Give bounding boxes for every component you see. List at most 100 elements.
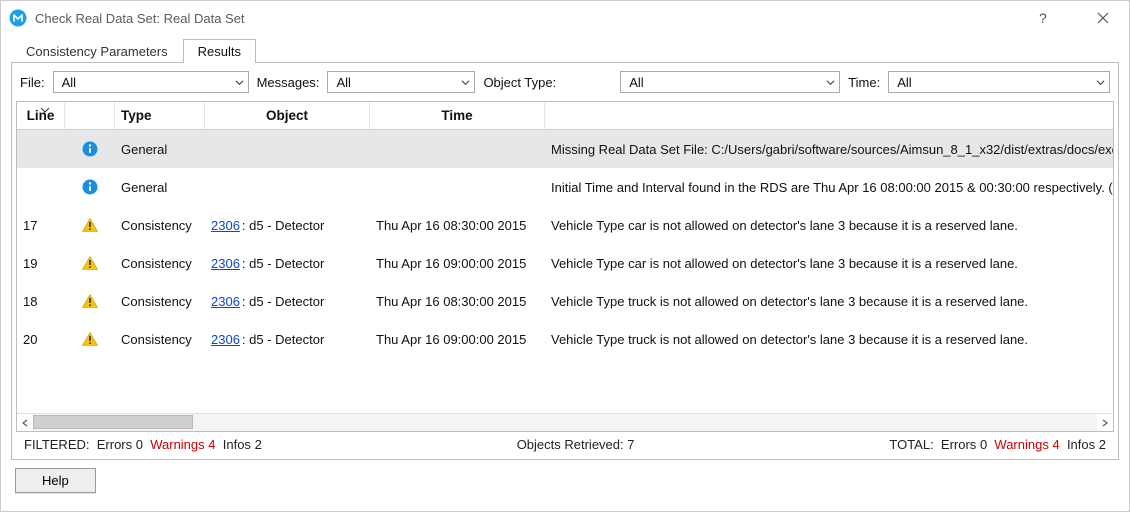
scroll-thumb[interactable] [33, 415, 193, 429]
messages-label: Messages: [257, 75, 320, 90]
warning-icon [65, 294, 115, 308]
col-icon[interactable] [65, 102, 115, 129]
cell-time: Thu Apr 16 08:30:00 2015 [370, 218, 545, 233]
object-link[interactable]: 2306 [211, 256, 240, 271]
messages-value: All [336, 75, 350, 90]
chevron-down-icon [826, 78, 835, 87]
status-filtered: FILTERED: Errors 0 Warnings 4 Infos 2 [24, 437, 262, 452]
table-header: Line Type Object Time [17, 102, 1113, 130]
status-bar: FILTERED: Errors 0 Warnings 4 Infos 2 Ob… [16, 432, 1114, 455]
warning-icon [65, 218, 115, 232]
status-total-label: TOTAL: [889, 437, 933, 452]
button-row: Help [11, 460, 1119, 501]
tab-results[interactable]: Results [183, 39, 256, 63]
col-line[interactable]: Line [17, 102, 65, 129]
object-link[interactable]: 2306 [211, 294, 240, 309]
filter-row: File: All Messages: All Object Type: All… [16, 71, 1114, 101]
cell-type: Consistency [115, 256, 205, 271]
cell-time: Thu Apr 16 08:30:00 2015 [370, 294, 545, 309]
status-total-warnings-label: Warnings [994, 437, 1048, 452]
cell-time: Thu Apr 16 09:00:00 2015 [370, 332, 545, 347]
cell-message: Missing Real Data Set File: C:/Users/gab… [545, 142, 1113, 157]
file-dropdown[interactable]: All [53, 71, 249, 93]
status-filtered-errors-label: Errors [97, 437, 132, 452]
help-button-label: Help [42, 473, 69, 488]
object-suffix: : d5 - Detector [242, 218, 324, 233]
status-total-warnings-value: 4 [1052, 437, 1059, 452]
col-time-label: Time [441, 108, 472, 123]
cell-type: Consistency [115, 332, 205, 347]
messages-dropdown[interactable]: All [327, 71, 475, 93]
status-objects-retrieved: Objects Retrieved: 7 [517, 437, 635, 452]
results-panel: File: All Messages: All Object Type: All… [11, 63, 1119, 460]
object-type-dropdown[interactable]: All [620, 71, 840, 93]
col-type-label: Type [121, 108, 152, 123]
col-object[interactable]: Object [205, 102, 370, 129]
tab-label: Consistency Parameters [26, 44, 168, 59]
col-time[interactable]: Time [370, 102, 545, 129]
info-icon [65, 141, 115, 157]
time-value: All [897, 75, 911, 90]
table-row[interactable]: General Initial Time and Interval found i… [17, 168, 1113, 206]
object-link[interactable]: 2306 [211, 218, 240, 233]
status-filtered-warnings-label: Warnings [150, 437, 204, 452]
table-row[interactable]: 19Consistency2306: d5 - DetectorThu Apr … [17, 244, 1113, 282]
warning-icon [65, 256, 115, 270]
window-title: Check Real Data Set: Real Data Set [35, 11, 245, 26]
cell-type: General [115, 180, 205, 195]
horizontal-scrollbar[interactable] [17, 413, 1113, 431]
help-icon[interactable]: ? [1025, 4, 1061, 32]
time-label: Time: [848, 75, 880, 90]
cell-object: 2306: d5 - Detector [205, 218, 370, 233]
file-value: All [62, 75, 76, 90]
col-message[interactable] [545, 102, 1113, 129]
status-filtered-label: FILTERED: [24, 437, 90, 452]
status-filtered-infos-value: 2 [255, 437, 262, 452]
tab-consistency-parameters[interactable]: Consistency Parameters [11, 39, 183, 63]
cell-type: Consistency [115, 294, 205, 309]
chevron-down-icon [1096, 78, 1105, 87]
app-icon [9, 9, 27, 27]
cell-line: 17 [17, 218, 65, 233]
close-icon[interactable] [1085, 4, 1121, 32]
cell-message: Initial Time and Interval found in the R… [545, 180, 1113, 195]
object-suffix: : d5 - Detector [242, 332, 324, 347]
cell-type: General [115, 142, 205, 157]
cell-message: Vehicle Type car is not allowed on detec… [545, 256, 1113, 271]
cell-time: Thu Apr 16 09:00:00 2015 [370, 256, 545, 271]
help-button[interactable]: Help [15, 468, 96, 493]
cell-line: 19 [17, 256, 65, 271]
title-bar: Check Real Data Set: Real Data Set ? [1, 1, 1129, 35]
object-type-value: All [629, 75, 643, 90]
scroll-track[interactable] [33, 414, 1097, 432]
warning-icon [65, 332, 115, 346]
object-suffix: : d5 - Detector [242, 256, 324, 271]
chevron-down-icon [461, 78, 470, 87]
table-row[interactable]: General Missing Real Data Set File: C:/Us… [17, 130, 1113, 168]
status-total-errors-value: 0 [980, 437, 987, 452]
cell-line: 18 [17, 294, 65, 309]
status-filtered-errors-value: 0 [136, 437, 143, 452]
table-row[interactable]: 17Consistency2306: d5 - DetectorThu Apr … [17, 206, 1113, 244]
table-row[interactable]: 20 Consistency 2306: d5 - Detector Thu Apr … [17, 320, 1113, 358]
status-total: TOTAL: Errors 0 Warnings 4 Infos 2 [889, 437, 1106, 452]
results-table: Line Type Object Time General Missing Rea… [16, 101, 1114, 432]
status-objects-retrieved-value: 7 [627, 437, 634, 452]
status-total-infos-value: 2 [1099, 437, 1106, 452]
cell-line: 20 [17, 332, 65, 347]
col-type[interactable]: Type [115, 102, 205, 129]
status-total-infos-label: Infos [1067, 437, 1095, 452]
status-total-errors-label: Errors [941, 437, 976, 452]
sort-chevron-icon [40, 105, 50, 115]
cell-message: Vehicle Type car is not allowed on detec… [545, 218, 1113, 233]
file-label: File: [20, 75, 45, 90]
tab-label: Results [198, 44, 241, 59]
chevron-down-icon [235, 78, 244, 87]
scroll-right-arrow-icon[interactable] [1097, 414, 1113, 432]
time-dropdown[interactable]: All [888, 71, 1110, 93]
scroll-left-arrow-icon[interactable] [17, 414, 33, 432]
table-row[interactable]: 18Consistency2306: d5 - DetectorThu Apr … [17, 282, 1113, 320]
cell-object: 2306: d5 - Detector [205, 256, 370, 271]
object-link[interactable]: 2306 [211, 332, 240, 347]
status-filtered-warnings-value: 4 [208, 437, 215, 452]
